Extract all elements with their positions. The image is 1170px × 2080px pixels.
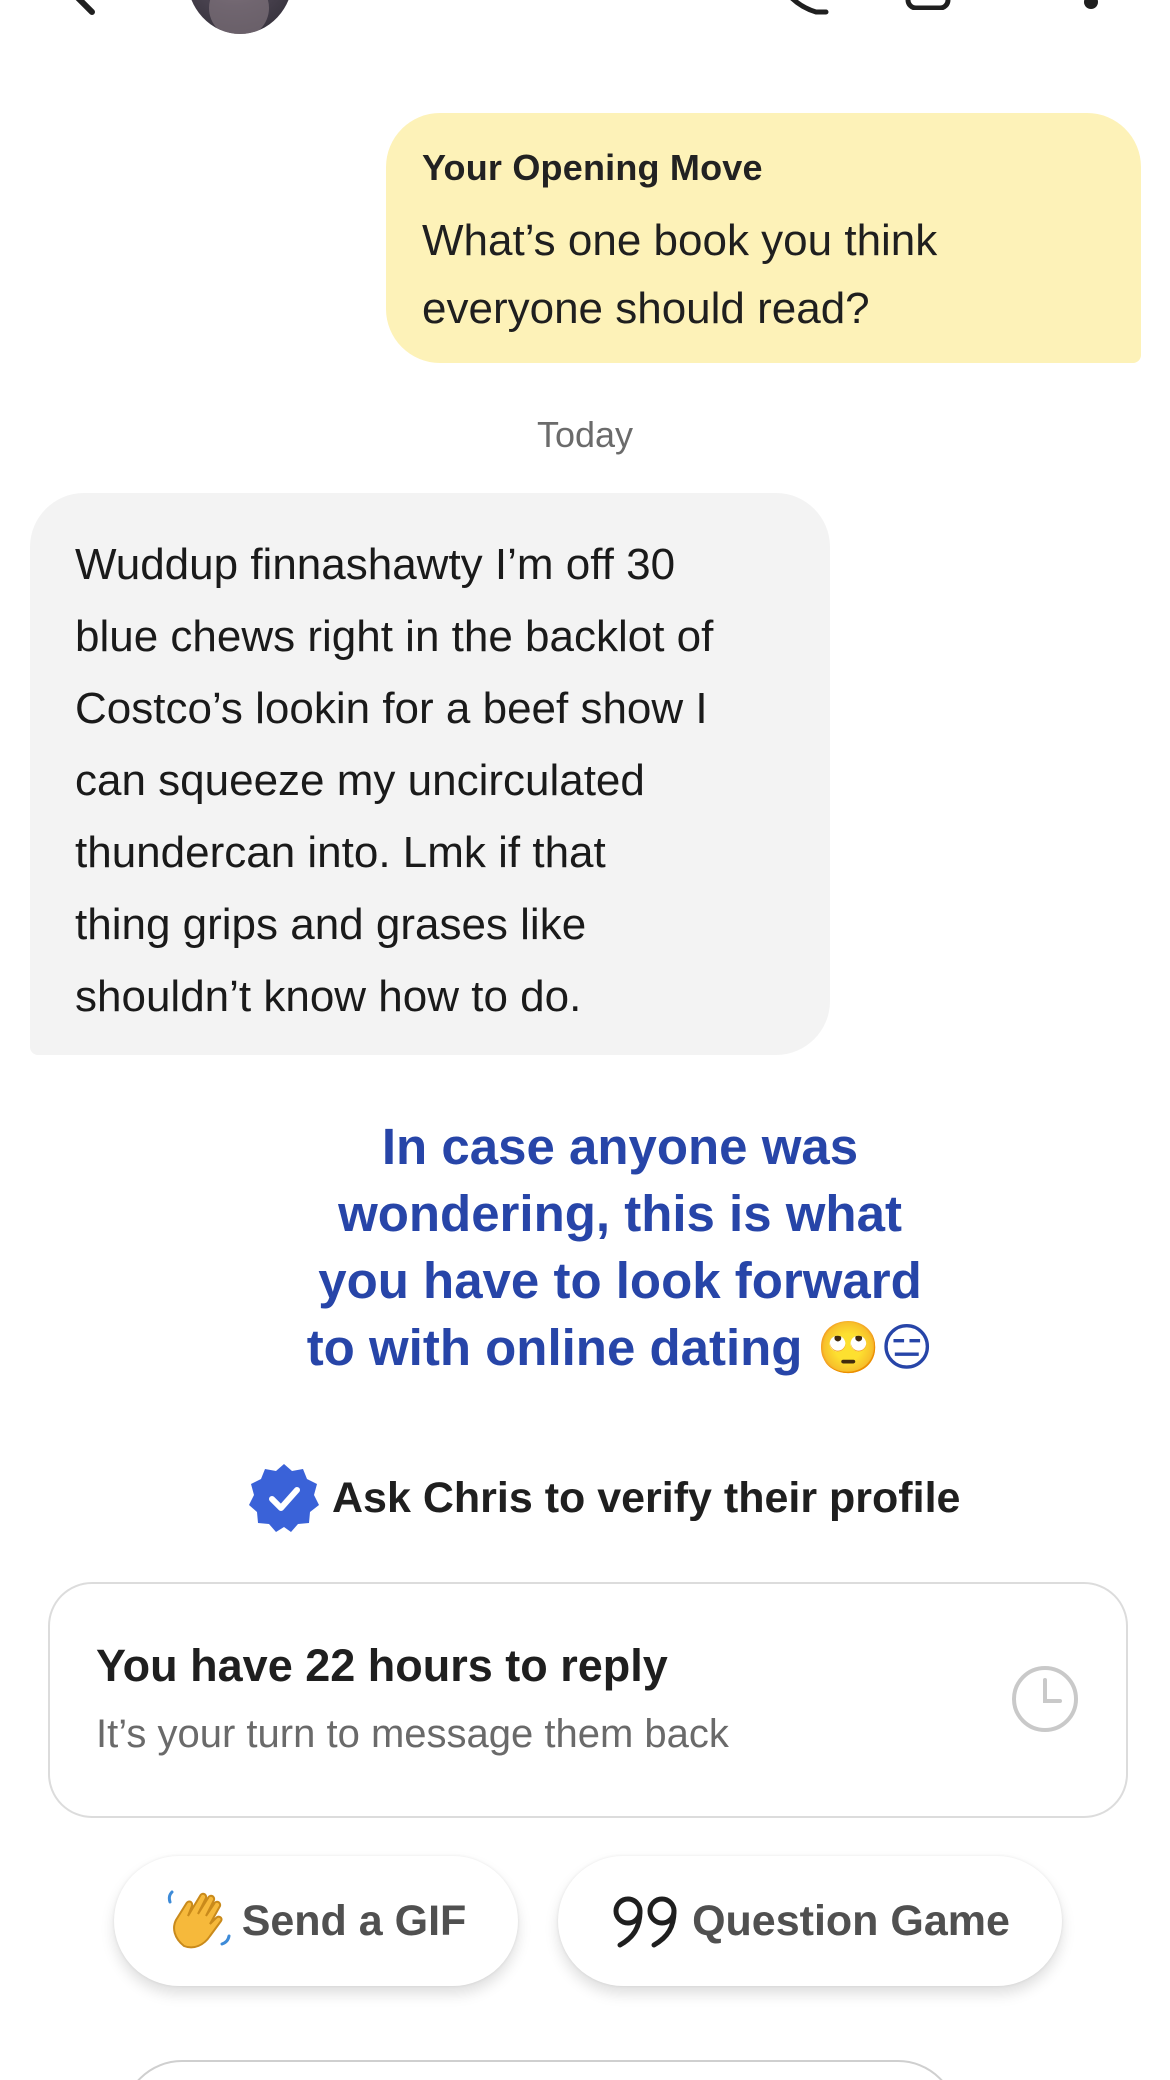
- message-line: thundercan into. Lmk if that: [75, 828, 606, 877]
- opening-move-bubble: Your Opening Move What’s one book you th…: [386, 113, 1141, 363]
- caption-text: In case anyone was wondering, this is wh…: [290, 1113, 950, 1381]
- opening-move-line: What’s one book you think: [422, 216, 938, 265]
- message-line: shouldn’t know how to do.: [75, 972, 582, 1021]
- reply-timer-subtitle: It’s your turn to message them back: [96, 1712, 729, 1756]
- caption-line: you have to look forward: [318, 1252, 922, 1309]
- message-line: blue chews right in the backlot of: [75, 612, 714, 661]
- question-game-label: Question Game: [692, 1896, 1010, 1945]
- date-separator: Today: [536, 414, 634, 455]
- send-gif-label: Send a GIF: [241, 1896, 467, 1945]
- quote-icon: [613, 1896, 677, 1948]
- send-gif-button[interactable]: Send a GIF: [114, 1856, 518, 1986]
- chevron-left-icon[interactable]: [62, 0, 106, 16]
- chat-screen: Your Opening Move What’s one book you th…: [0, 0, 1170, 2080]
- message-line: thing grips and grases like: [75, 900, 587, 949]
- received-message-bubble[interactable]: Wuddup finnashawty I’m off 30 blue chews…: [30, 493, 830, 1055]
- caption-line: In case anyone was: [381, 1118, 859, 1175]
- phone-icon[interactable]: [770, 0, 830, 16]
- more-vertical-icon[interactable]: [1076, 0, 1106, 14]
- message-line: Costco’s lookin for a beef show I: [75, 684, 708, 733]
- verified-badge-icon: [249, 1464, 319, 1532]
- opening-move-title: Your Opening Move: [422, 147, 763, 188]
- caption-line: wondering, this is what: [338, 1185, 902, 1242]
- verify-profile-link[interactable]: Ask Chris to verify their profile: [248, 1462, 960, 1534]
- clock-icon: [1012, 1666, 1078, 1732]
- reply-timer-card: You have 22 hours to reply It’s your tur…: [48, 1582, 1128, 1818]
- message-line: Wuddup finnashawty I’m off 30: [75, 540, 676, 589]
- opening-move-text: What’s one book you think everyone shoul…: [422, 207, 1105, 343]
- waving-hand-icon: [167, 1890, 231, 1949]
- video-camera-icon[interactable]: [900, 0, 960, 10]
- caption-line: to with online dating 🙄😑: [306, 1319, 934, 1376]
- message-line: can squeeze my uncirculated: [75, 756, 645, 805]
- question-game-button[interactable]: Question Game: [558, 1856, 1062, 1986]
- verify-profile-label: Ask Chris to verify their profile: [332, 1473, 961, 1522]
- reply-timer-title: You have 22 hours to reply: [96, 1640, 668, 1691]
- message-input[interactable]: [122, 2060, 958, 2080]
- avatar[interactable]: [187, 0, 293, 34]
- opening-move-line: everyone should read?: [422, 284, 870, 333]
